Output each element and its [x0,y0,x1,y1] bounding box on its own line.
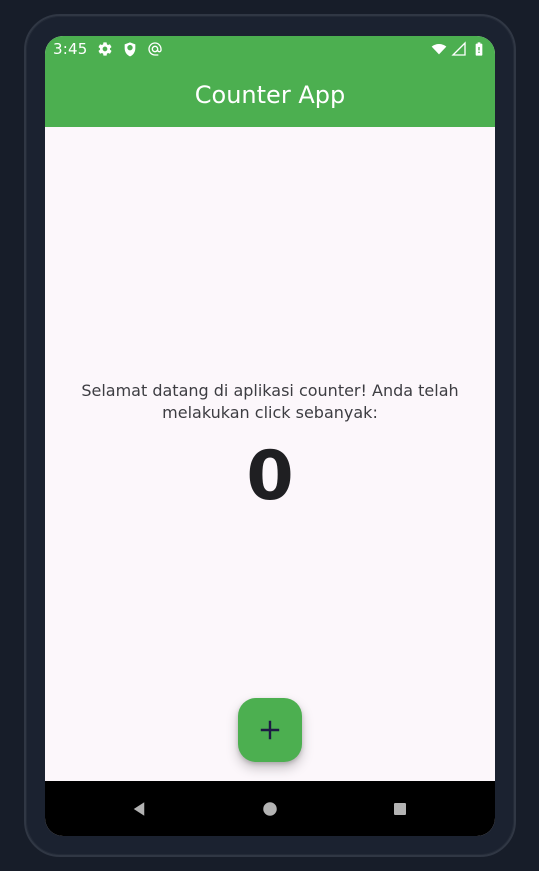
welcome-message: Selamat datang di aplikasi counter! Anda… [81,381,459,422]
recent-apps-button[interactable] [388,797,412,821]
increment-button[interactable] [238,698,302,762]
back-button[interactable] [127,797,151,821]
content-area: Selamat datang di aplikasi counter! Anda… [45,127,495,781]
gear-icon [98,42,112,56]
phone-screen: 3:45 Counter App Selamat datang di aplik… [45,36,495,836]
status-icons-left [97,41,163,57]
home-icon [263,802,277,816]
app-bar: 3:45 Counter App [45,36,495,127]
status-icons-right [431,41,487,57]
app-title: Counter App [194,81,346,109]
home-button[interactable] [258,797,282,821]
shield-icon [124,42,136,57]
battery-icon [475,42,483,56]
status-bar: 3:45 [45,36,495,63]
system-navigation-bar [45,781,495,836]
wifi-icon [431,44,447,55]
counter-value: 0 [246,437,294,516]
recent-apps-icon [394,803,406,815]
plus-icon [260,720,280,740]
signal-icon [451,41,466,56]
at-icon [148,42,162,56]
back-icon [133,802,145,816]
status-time: 3:45 [53,40,88,58]
